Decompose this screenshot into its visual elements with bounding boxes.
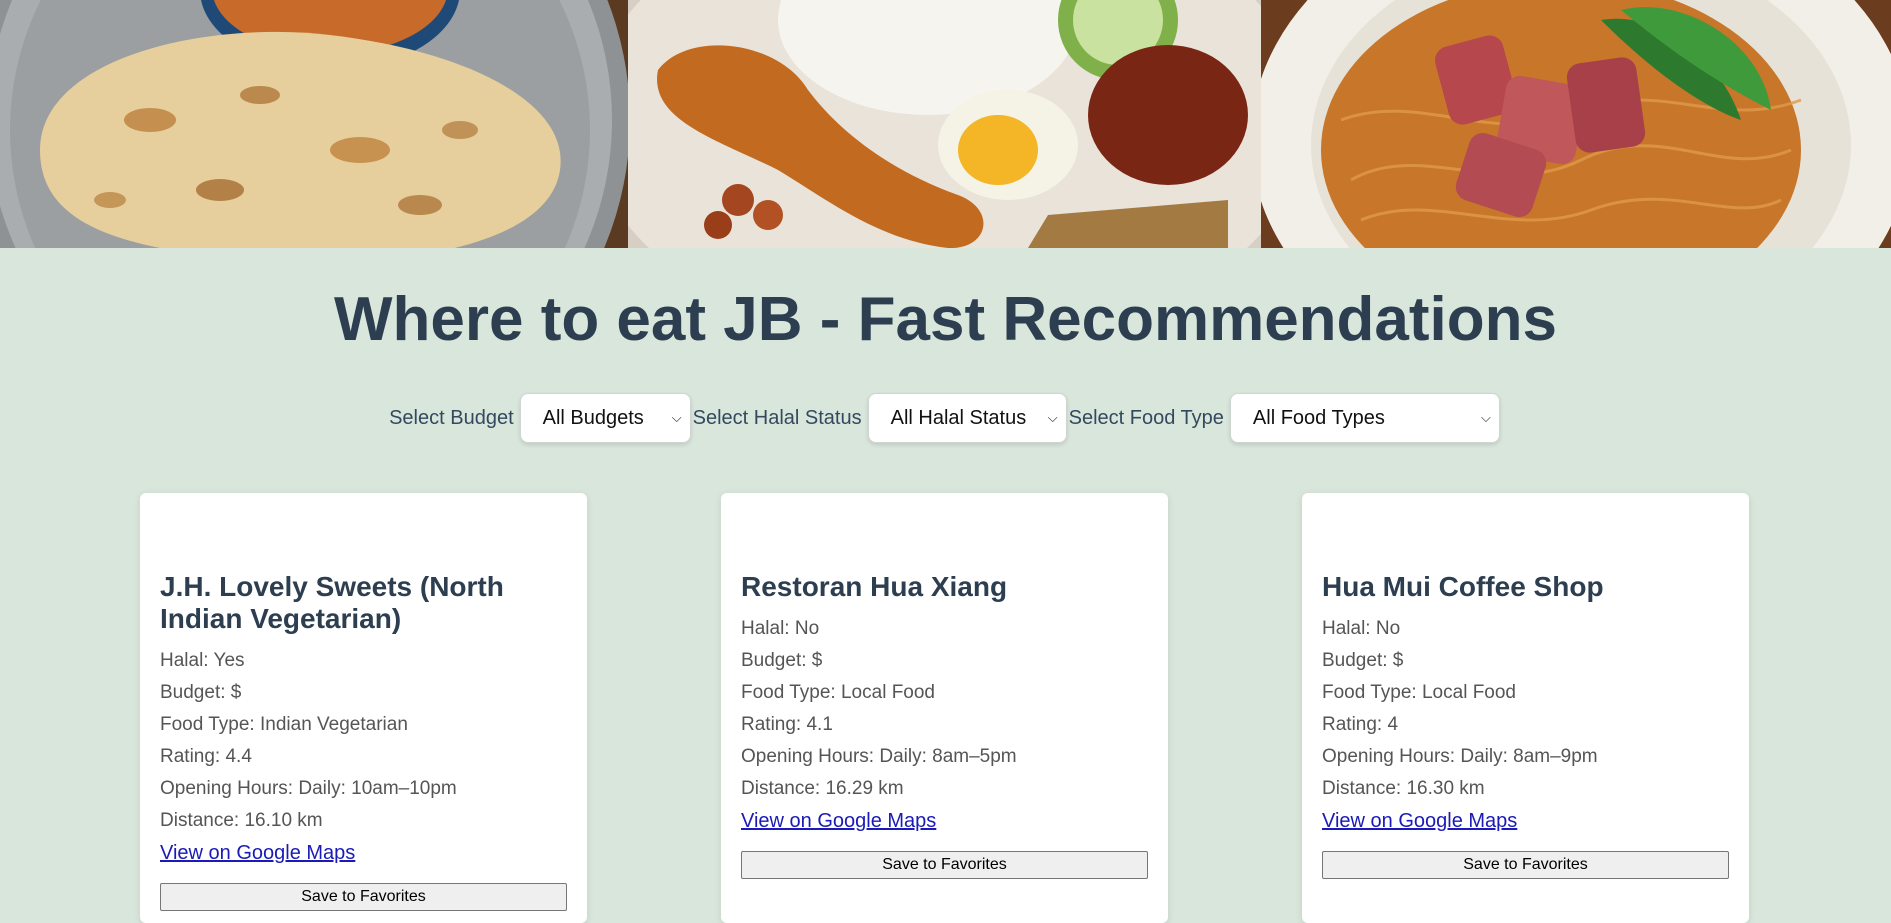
food-type-select[interactable]: All Food Types ⌵: [1229, 393, 1500, 443]
opening-hours: Opening Hours: Daily: 8am–5pm: [741, 746, 1017, 767]
google-maps-link[interactable]: View on Google Maps: [1322, 805, 1729, 837]
budget-select-value: All Budgets: [542, 406, 644, 429]
food-type-filter-label: Select Food Type: [1068, 406, 1224, 429]
budget-select[interactable]: All Budgets ⌵: [519, 393, 691, 443]
food-type-info: Food Type: Indian Vegetarian: [160, 714, 408, 735]
restaurant-card: Hua Mui Coffee Shop Halal: No Budget: $ …: [1302, 493, 1749, 923]
budget-info: Budget: $: [160, 682, 242, 703]
food-type-info: Food Type: Local Food: [1322, 682, 1516, 703]
chevron-down-icon: ⌵: [1481, 410, 1491, 425]
halal-select-value: All Halal Status: [890, 406, 1027, 429]
distance-info: Distance: 16.30 km: [1322, 778, 1485, 799]
halal-status: Halal: Yes: [160, 650, 245, 671]
distance-info: Distance: 16.10 km: [160, 810, 323, 831]
opening-hours: Opening Hours: Daily: 10am–10pm: [160, 778, 457, 799]
budget-filter-label: Select Budget: [389, 406, 514, 429]
opening-hours: Opening Hours: Daily: 8am–9pm: [1322, 746, 1598, 767]
distance-info: Distance: 16.29 km: [741, 778, 904, 799]
budget-info: Budget: $: [1322, 650, 1404, 671]
chevron-down-icon: ⌵: [671, 410, 682, 425]
food-type-select-value: All Food Types: [1252, 406, 1385, 429]
food-type-info: Food Type: Local Food: [741, 682, 935, 703]
restaurant-name: J.H. Lovely Sweets (North Indian Vegetar…: [160, 571, 504, 634]
restaurant-card: Restoran Hua Xiang Halal: No Budget: $ F…: [721, 493, 1168, 923]
restaurant-card: J.H. Lovely Sweets (North Indian Vegetar…: [140, 493, 587, 923]
save-favorite-button[interactable]: Save to Favorites: [160, 883, 567, 911]
budget-info: Budget: $: [741, 650, 823, 671]
chevron-down-icon: ⌵: [1047, 410, 1058, 425]
halal-status: Halal: No: [741, 618, 820, 639]
rating-info: Rating: 4: [1322, 714, 1399, 735]
rating-info: Rating: 4.1: [741, 714, 833, 735]
wantan-mee-image: [1261, 0, 1891, 248]
restaurant-name: Hua Mui Coffee Shop: [1322, 571, 1604, 602]
google-maps-link[interactable]: View on Google Maps: [160, 837, 567, 869]
hero-banner: [0, 0, 1891, 248]
page-title: Where to eat JB - Fast Recommendations: [333, 285, 1558, 354]
halal-status: Halal: No: [1322, 618, 1401, 639]
halal-filter-label: Select Halal Status: [692, 406, 862, 429]
restaurant-name: Restoran Hua Xiang: [741, 571, 1008, 602]
filter-bar: Select Budget All Budgets ⌵ Select Halal…: [0, 392, 1891, 444]
save-favorite-button[interactable]: Save to Favorites: [741, 851, 1148, 879]
save-favorite-button[interactable]: Save to Favorites: [1322, 851, 1729, 879]
halal-select[interactable]: All Halal Status ⌵: [867, 393, 1067, 443]
rating-info: Rating: 4.4: [160, 746, 252, 767]
nasi-lemak-image: [628, 0, 1261, 248]
roti-canai-image: [0, 0, 628, 248]
google-maps-link[interactable]: View on Google Maps: [741, 805, 1148, 837]
